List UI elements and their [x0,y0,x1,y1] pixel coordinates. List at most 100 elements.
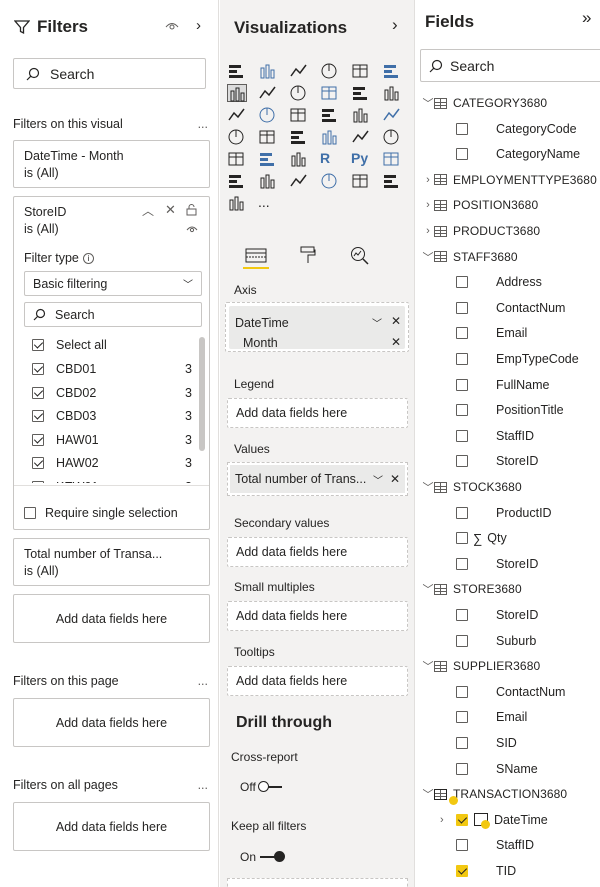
analytics-magnifier-icon[interactable] [350,246,370,266]
field-checkbox[interactable] [456,609,468,621]
table-node[interactable]: ﹀ CATEGORY3680 [422,92,548,114]
more-options-icon[interactable]: ... [258,194,278,212]
filter-card-datetime[interactable]: DateTime - Month is (All) [13,140,210,188]
field-item[interactable]: StoreID [456,450,538,472]
field-checkbox[interactable] [456,557,468,570]
remove-field-icon[interactable]: ✕ [390,472,400,486]
pie-chart-icon[interactable] [320,106,340,124]
field-item[interactable]: EmpTypeCode [456,348,579,370]
chevron-right-icon[interactable]: › [422,174,434,186]
checkbox[interactable] [32,410,44,422]
field-checkbox[interactable] [456,404,468,417]
decomposition-tree-icon[interactable] [227,172,247,190]
chevron-down-icon[interactable]: ﹀ [373,472,383,487]
select-all-row[interactable]: Select all [32,338,107,352]
field-checkbox[interactable] [456,455,468,468]
field-checkbox[interactable] [456,865,468,877]
chevron-down-icon[interactable]: ﹀ [372,315,382,330]
field-item[interactable]: ∑ Qty [456,527,507,549]
checkbox[interactable] [32,363,44,375]
matrix-icon[interactable] [289,150,309,168]
checkbox[interactable] [32,339,44,351]
field-checkbox[interactable] [456,737,468,749]
donut-chart-icon[interactable] [351,106,371,124]
remove-field-icon[interactable]: ✕ [391,314,401,328]
values-well[interactable]: Total number of Trans... ﹀ ✕ [227,462,408,496]
python-visual-icon[interactable]: Py [351,150,371,168]
field-checkbox[interactable] [456,762,468,775]
tooltips-well[interactable]: Add data fields here [227,666,408,696]
fields-tab-icon[interactable] [245,247,267,265]
cross-report-toggle[interactable]: Off [240,780,282,794]
field-checkbox[interactable] [456,506,468,519]
chevron-down-icon[interactable]: ﹀ [422,479,434,495]
map-icon[interactable] [227,128,247,146]
add-page-filter-well[interactable]: Add data fields here [13,698,210,747]
field-checkbox[interactable] [456,378,468,391]
field-item[interactable]: StoreID [456,553,538,575]
chevron-right-icon[interactable]: › [422,225,434,237]
chevron-down-icon[interactable]: ﹀ [422,95,434,111]
line-clustered-column-icon[interactable] [320,84,340,102]
lock-icon[interactable] [186,203,197,216]
chevron-right-icon[interactable]: › [440,814,444,826]
collapse-viz-chevron-icon[interactable]: › [392,15,398,35]
field-checkbox[interactable] [456,634,468,647]
table-node[interactable]: › POSITION3680 [422,194,538,216]
require-single-row[interactable]: Require single selection [24,506,178,520]
filter-type-dropdown[interactable]: Basic filtering ﹀ [24,271,202,296]
clustered-column-icon[interactable] [320,62,340,80]
field-item[interactable]: SID [456,732,517,754]
field-item[interactable]: PositionTitle [456,399,564,421]
clustered-bar-icon[interactable] [289,62,309,80]
collapse-fields-chevron-icon[interactable]: » [582,8,591,28]
table-node[interactable]: › PRODUCT3680 [422,220,540,242]
more-visuals-icon[interactable] [227,194,247,212]
eye-icon[interactable] [186,225,198,233]
key-influencers-icon[interactable] [382,150,402,168]
field-item[interactable]: › DateTime [440,809,548,831]
line-stacked-column-icon[interactable] [351,84,371,102]
filter-value-row[interactable]: CBD01 3 [32,362,192,376]
filter-value-row[interactable]: HAW02 3 [32,456,192,470]
axis-field-chip[interactable]: DateTime Month ﹀ ✕ ✕ [229,306,405,350]
fields-search-input[interactable]: Search [420,49,600,82]
field-item[interactable]: SName [456,758,538,780]
field-checkbox[interactable] [456,276,468,289]
checkbox[interactable] [24,507,36,519]
drill-through-well[interactable] [227,878,408,887]
table-node[interactable]: ﹀ STORE3680 [422,578,522,600]
more-options-icon[interactable]: ... [198,117,208,131]
table-node[interactable]: ﹀ STOCK3680 [422,476,522,498]
collapse-filters-chevron-icon[interactable]: › [196,17,201,34]
chevron-down-icon[interactable]: ﹀ [422,786,434,802]
field-checkbox[interactable] [456,301,468,314]
qa-icon[interactable] [258,172,278,190]
gauge-icon[interactable] [289,128,309,146]
field-checkbox[interactable] [456,429,468,442]
table-node[interactable]: ﹀ TRANSACTION3680 [422,783,567,806]
chevron-up-icon[interactable]: ︿ [142,202,154,219]
field-item[interactable]: StaffID [456,834,534,856]
field-item[interactable]: CategoryName [456,143,580,165]
field-checkbox[interactable] [456,685,468,698]
stacked-bar-icon[interactable] [227,62,247,80]
field-item[interactable]: ProductID [456,502,552,524]
more-options-icon[interactable]: ... [198,674,208,688]
secondary-values-well[interactable]: Add data fields here [227,537,408,567]
kpi-icon[interactable] [382,128,402,146]
scrollbar[interactable] [199,337,205,451]
scatter-chart-icon[interactable] [289,106,309,124]
field-item[interactable]: Email [456,322,527,344]
field-item[interactable]: Suburb [456,630,536,652]
line-chart-icon[interactable] [227,84,247,102]
field-item[interactable]: ContactNum [456,681,565,703]
power-apps-icon[interactable] [351,172,371,190]
legend-well[interactable]: Add data fields here [227,398,408,428]
field-checkbox[interactable] [456,122,468,135]
100-stacked-bar-icon[interactable] [351,62,371,80]
filter-card-total-transactions[interactable]: Total number of Transa... is (All) [13,538,210,586]
funnel-chart-icon[interactable] [258,106,278,124]
filter-value-row[interactable]: CBD03 3 [32,409,192,423]
eye-icon[interactable] [165,21,179,31]
